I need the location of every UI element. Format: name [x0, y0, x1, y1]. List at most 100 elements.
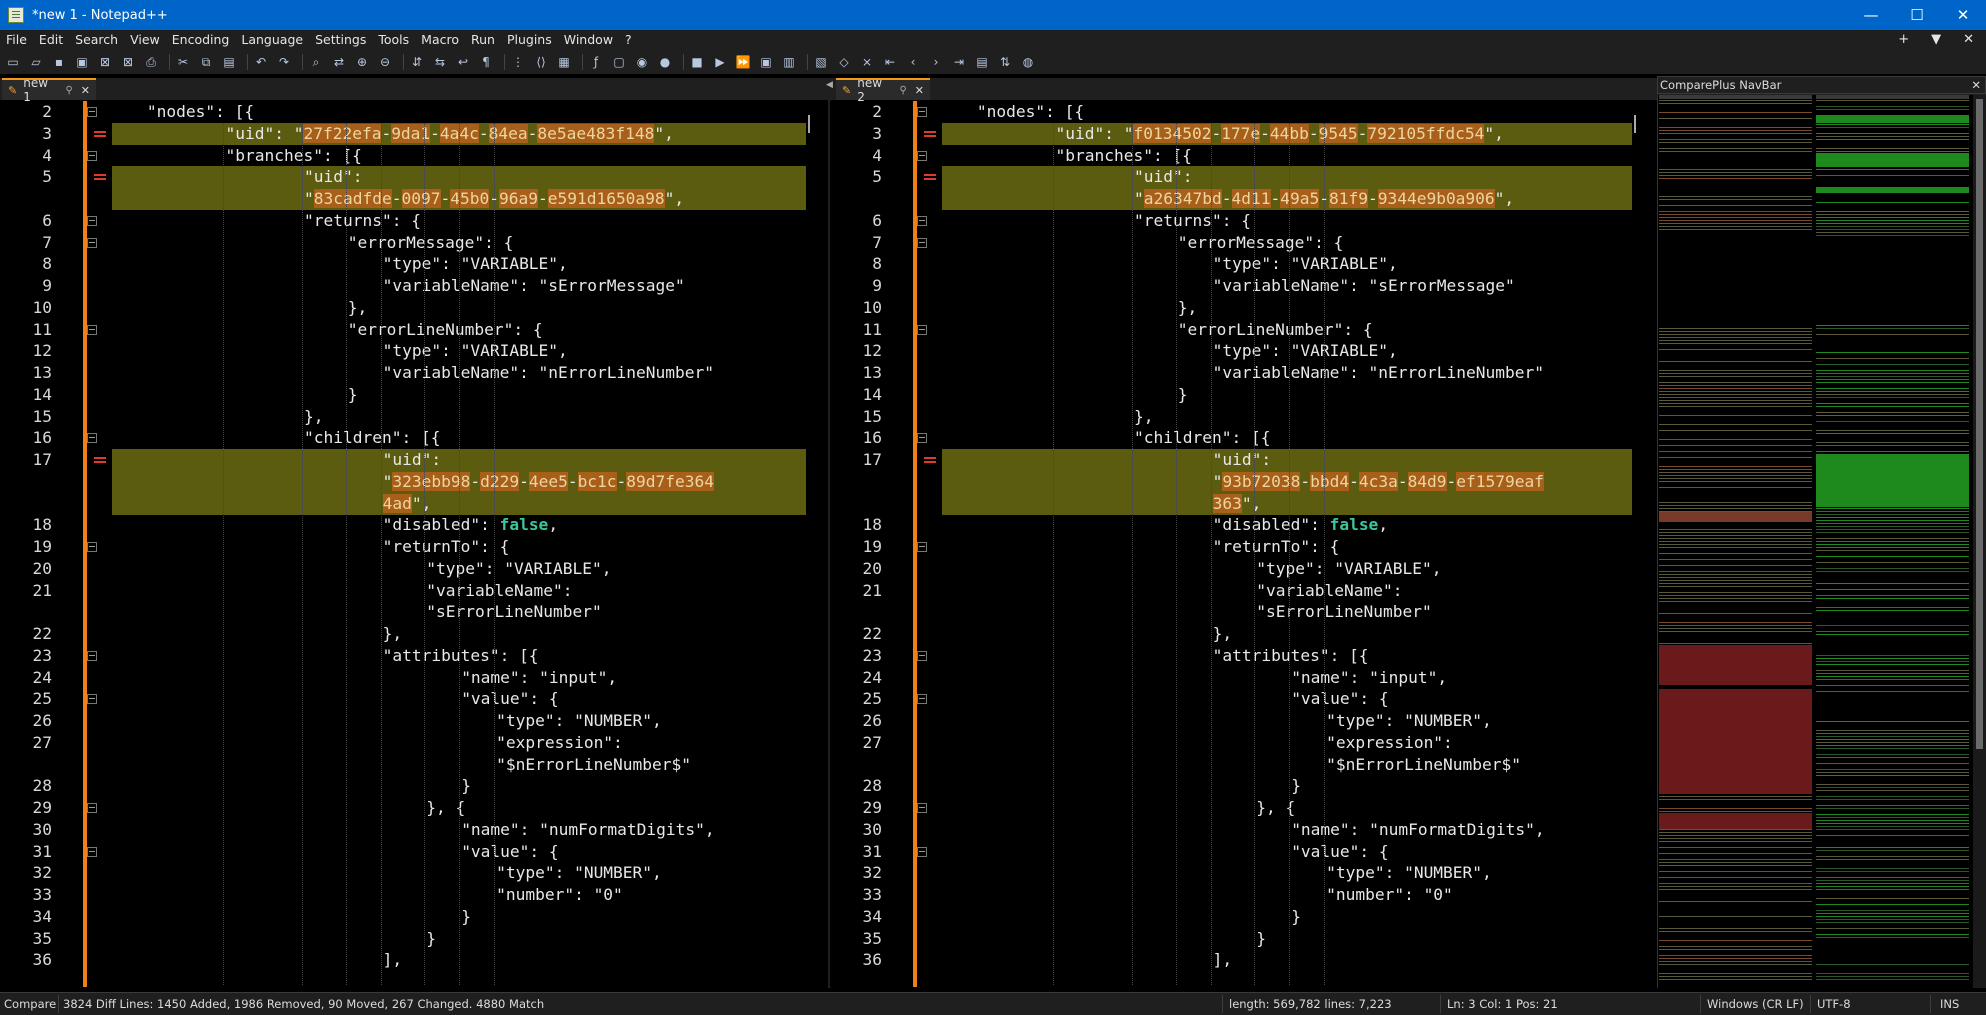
fold-toggle-icon[interactable]: [87, 847, 97, 857]
fold-toggle-icon[interactable]: [917, 847, 927, 857]
save-macro-icon[interactable]: ▣: [757, 53, 775, 71]
splitter-arrow-icon[interactable]: ◀: [826, 80, 833, 90]
func-list-icon[interactable]: ƒ: [587, 53, 605, 71]
navbar-close-icon[interactable]: ✕: [1971, 77, 1981, 93]
menu-language[interactable]: Language: [235, 30, 309, 50]
menu-search[interactable]: Search: [69, 30, 124, 50]
prev-icon[interactable]: ‹: [904, 53, 922, 71]
close-icon[interactable]: ⊠: [96, 53, 114, 71]
redo-icon[interactable]: ↷: [275, 53, 293, 71]
fold-toggle-icon[interactable]: [87, 107, 97, 117]
udl-icon[interactable]: ⟨⟩: [532, 53, 550, 71]
fold-toggle-icon[interactable]: [917, 542, 927, 552]
menu-tools[interactable]: Tools: [372, 30, 415, 50]
tab-new-2[interactable]: ✎ new 2 ⚲ ✕: [836, 76, 930, 104]
pin-icon[interactable]: ⚲: [899, 85, 906, 96]
menu-view[interactable]: View: [124, 30, 166, 50]
undo-icon[interactable]: ↶: [252, 53, 270, 71]
vertical-scrollbar[interactable]: [808, 115, 810, 133]
github-icon[interactable]: ◍: [1019, 53, 1037, 71]
find-unique-icon[interactable]: ◇: [835, 53, 853, 71]
pin-icon[interactable]: ⚲: [65, 85, 72, 96]
menu-run[interactable]: Run: [465, 30, 501, 50]
last-icon[interactable]: ⇥: [950, 53, 968, 71]
tab-list-dropdown-icon[interactable]: ▼: [1931, 30, 1941, 50]
clear-icon[interactable]: ⨯: [858, 53, 876, 71]
menu-plugins[interactable]: Plugins: [501, 30, 558, 50]
minimize-button[interactable]: —: [1848, 0, 1894, 30]
tab-close-icon[interactable]: ✕: [81, 84, 90, 97]
menu-macro[interactable]: Macro: [415, 30, 465, 50]
fold-toggle-icon[interactable]: [87, 433, 97, 443]
next-icon[interactable]: ›: [927, 53, 945, 71]
monitor-icon[interactable]: ◉: [633, 53, 651, 71]
fold-toggle-icon[interactable]: [87, 542, 97, 552]
fold-toggle-icon[interactable]: [87, 694, 97, 704]
navbar-scroll-thumb[interactable]: [1976, 99, 1983, 749]
menu-encoding[interactable]: Encoding: [166, 30, 236, 50]
wrap-icon[interactable]: ↩: [454, 53, 472, 71]
compare-navbar[interactable]: [1657, 95, 1973, 988]
fold-toggle-icon[interactable]: [87, 803, 97, 813]
play-icon[interactable]: ▶: [711, 53, 729, 71]
fold-toggle-icon[interactable]: [917, 107, 927, 117]
replace-icon[interactable]: ⇄: [330, 53, 348, 71]
compare-icon[interactable]: ▥: [780, 53, 798, 71]
menu-edit[interactable]: Edit: [33, 30, 69, 50]
sync-v-icon[interactable]: ⇵: [408, 53, 426, 71]
find-icon[interactable]: ⌕: [307, 53, 325, 71]
navbar-column-left[interactable]: [1659, 95, 1812, 988]
add-tab-icon[interactable]: +: [1898, 30, 1909, 50]
compare-sel-icon[interactable]: ▧: [812, 53, 830, 71]
fold-toggle-icon[interactable]: [917, 238, 927, 248]
navbar-scrollbar[interactable]: [1973, 95, 1986, 988]
show-all-icon[interactable]: ¶: [477, 53, 495, 71]
sync-h-icon[interactable]: ⇆: [431, 53, 449, 71]
zoom-in-icon[interactable]: ⊕: [353, 53, 371, 71]
fold-toggle-icon[interactable]: [917, 433, 927, 443]
fold-toggle-icon[interactable]: [87, 325, 97, 335]
first-icon[interactable]: ⇤: [881, 53, 899, 71]
sync-scroll-icon[interactable]: ⇅: [996, 53, 1014, 71]
open-icon[interactable]: ▱: [27, 53, 45, 71]
menu-window[interactable]: Window: [558, 30, 619, 50]
fold-toggle-icon[interactable]: [917, 216, 927, 226]
menu-help[interactable]: ?: [619, 30, 638, 50]
editor-pane-right[interactable]: "nodes": [{"uid": "f0134502-177e-44bb-95…: [830, 101, 1638, 987]
cut-icon[interactable]: ✂: [174, 53, 192, 71]
zoom-out-icon[interactable]: ⊖: [376, 53, 394, 71]
record-icon[interactable]: ●: [656, 53, 674, 71]
fold-toggle-icon[interactable]: [87, 151, 97, 161]
indent-guide-icon[interactable]: ⋮: [509, 53, 527, 71]
fold-toggle-icon[interactable]: [917, 694, 927, 704]
fold-toggle-icon[interactable]: [917, 325, 927, 335]
close-doc-icon[interactable]: ✕: [1963, 30, 1974, 50]
folder-workspace-icon[interactable]: ▢: [610, 53, 628, 71]
new-file-icon[interactable]: ▭: [4, 53, 22, 71]
fold-toggle-icon[interactable]: [917, 803, 927, 813]
copy-icon[interactable]: ⧉: [197, 53, 215, 71]
doc-map-icon[interactable]: ▦: [555, 53, 573, 71]
nav-bar-icon[interactable]: ▤: [973, 53, 991, 71]
close-all-icon[interactable]: ⊠: [119, 53, 137, 71]
fold-toggle-icon[interactable]: [87, 216, 97, 226]
tab-new-1[interactable]: ✎ new 1 ⚲ ✕: [2, 76, 96, 104]
print-icon[interactable]: ⎙: [142, 53, 160, 71]
play-multi-icon[interactable]: ⏩: [734, 53, 752, 71]
menu-settings[interactable]: Settings: [309, 30, 372, 50]
stop-icon[interactable]: ■: [688, 53, 706, 71]
menu-file[interactable]: File: [0, 30, 33, 50]
code-area[interactable]: "nodes": [{"uid": "f0134502-177e-44bb-95…: [942, 101, 1632, 987]
fold-toggle-icon[interactable]: [917, 651, 927, 661]
save-all-icon[interactable]: ▣: [73, 53, 91, 71]
tab-close-icon[interactable]: ✕: [915, 84, 924, 97]
navbar-column-right[interactable]: [1816, 95, 1969, 988]
fold-toggle-icon[interactable]: [87, 651, 97, 661]
code-area[interactable]: "nodes": [{"uid": "27f22efa-9da1-4a4c-84…: [112, 101, 806, 987]
save-icon[interactable]: ▪: [50, 53, 68, 71]
fold-toggle-icon[interactable]: [917, 151, 927, 161]
maximize-button[interactable]: ☐: [1894, 0, 1940, 30]
vertical-scrollbar[interactable]: [1634, 115, 1636, 133]
close-button[interactable]: ✕: [1940, 0, 1986, 30]
editor-pane-left[interactable]: "nodes": [{"uid": "27f22efa-9da1-4a4c-84…: [0, 101, 828, 987]
